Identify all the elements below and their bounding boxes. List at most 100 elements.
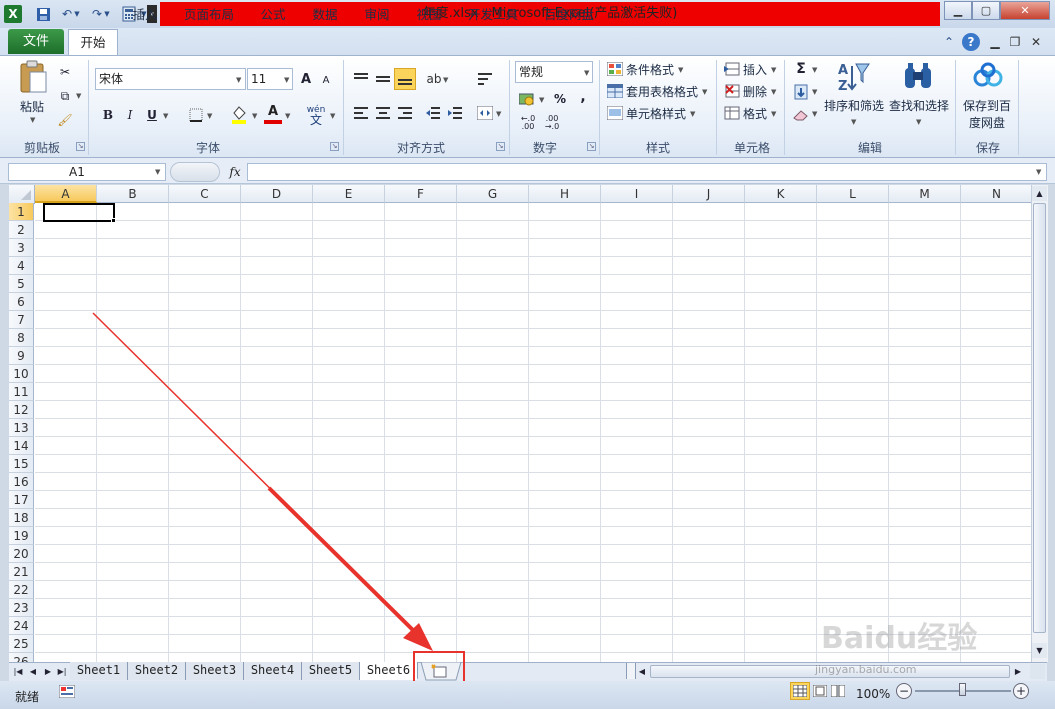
paste-button[interactable]: 粘贴 [20, 98, 44, 115]
sheet-tab[interactable]: Sheet6 [360, 662, 418, 680]
increase-decimal-icon[interactable]: ←.0.00 [518, 114, 538, 132]
column-header[interactable]: D [241, 185, 313, 203]
column-header[interactable]: B [97, 185, 169, 203]
fill-color-dropdown-icon[interactable]: ▼ [252, 112, 257, 120]
sheet-tab[interactable]: Sheet3 [186, 662, 244, 680]
page-break-view-icon[interactable] [830, 683, 846, 699]
alignment-launcher-icon[interactable]: ↘ [496, 142, 505, 151]
italic-button[interactable]: I [122, 106, 138, 124]
column-header[interactable]: N [961, 185, 1031, 203]
underline-dropdown-icon[interactable]: ▼ [163, 112, 168, 120]
row-header[interactable]: 4 [9, 257, 34, 275]
tab-formulas[interactable]: 公式 [252, 4, 294, 27]
row-header[interactable]: 2 [9, 221, 34, 239]
help-icon[interactable]: ? [962, 33, 980, 51]
ribbon-minimize-icon[interactable]: ⌃ [940, 33, 958, 51]
conditional-format-dropdown-icon[interactable]: ▼ [678, 66, 683, 74]
underline-button[interactable]: U [144, 106, 160, 124]
fill-handle[interactable] [111, 218, 116, 223]
autosum-icon[interactable]: Σ [792, 60, 810, 78]
row-header[interactable]: 23 [9, 599, 34, 617]
sheet-tab[interactable]: Sheet2 [128, 662, 186, 680]
copy-dropdown-icon[interactable]: ▼ [76, 92, 81, 100]
column-header[interactable]: L [817, 185, 889, 203]
zoom-slider-thumb[interactable] [959, 683, 966, 696]
prev-sheet-icon[interactable]: ◀ [27, 664, 39, 678]
accounting-format-icon[interactable] [518, 90, 536, 108]
scroll-right-icon[interactable]: ▶ [1012, 664, 1024, 678]
column-header[interactable]: K [745, 185, 817, 203]
format-as-table-dropdown-icon[interactable]: ▼ [702, 88, 707, 96]
row-header[interactable]: 21 [9, 563, 34, 581]
row-header[interactable]: 19 [9, 527, 34, 545]
zoom-in-icon[interactable]: + [1013, 683, 1029, 699]
name-box[interactable]: A1 [8, 163, 166, 181]
font-color-icon[interactable]: A [264, 104, 282, 124]
row-header[interactable]: 24 [9, 617, 34, 635]
cell-styles-dropdown-icon[interactable]: ▼ [690, 110, 695, 118]
align-left-icon[interactable] [352, 104, 370, 122]
fill-dropdown-icon[interactable]: ▼ [812, 88, 817, 96]
tab-insert[interactable]: 插入 [122, 4, 168, 27]
select-all-button[interactable] [9, 185, 35, 204]
column-header[interactable]: G [457, 185, 529, 203]
font-launcher-icon[interactable]: ↘ [330, 142, 339, 151]
row-header[interactable]: 6 [9, 293, 34, 311]
align-right-icon[interactable] [396, 104, 414, 122]
clipboard-launcher-icon[interactable]: ↘ [76, 142, 85, 151]
grow-font-icon[interactable]: A [298, 70, 314, 88]
tab-data[interactable]: 数据 [304, 4, 346, 27]
tab-home[interactable]: 开始 [68, 29, 118, 56]
accounting-dropdown-icon[interactable]: ▼ [539, 96, 544, 104]
column-header[interactable]: I [601, 185, 673, 203]
last-sheet-icon[interactable]: ▶| [56, 664, 68, 678]
shrink-font-icon[interactable]: A [319, 72, 333, 88]
decrease-decimal-icon[interactable]: .00 →.0 [542, 114, 562, 132]
tab-view[interactable]: 视图 [408, 4, 450, 27]
tab-file[interactable]: 文件 [8, 29, 64, 54]
find-select-button[interactable]: 查找和选择 [889, 97, 949, 114]
doc-restore-icon[interactable]: ❐ [1006, 33, 1024, 51]
delete-cells-button[interactable]: 删除 [743, 83, 767, 100]
row-header[interactable]: 26 [9, 653, 34, 662]
zoom-level[interactable]: 100% [856, 687, 890, 701]
row-header[interactable]: 20 [9, 545, 34, 563]
font-name-dropdown-icon[interactable]: ▼ [236, 76, 241, 84]
conditional-format-button[interactable]: 条件格式 [626, 61, 674, 78]
page-layout-view-icon[interactable] [812, 683, 828, 699]
name-box-dropdown-icon[interactable]: ▼ [155, 168, 160, 176]
row-header[interactable]: 17 [9, 491, 34, 509]
cut-icon[interactable]: ✂ [56, 63, 74, 81]
redo-dropdown-icon[interactable]: ▼ [102, 5, 112, 23]
border-icon[interactable] [188, 106, 204, 124]
save-icon[interactable] [34, 5, 52, 23]
first-sheet-icon[interactable]: |◀ [12, 664, 24, 678]
format-painter-icon[interactable]: 🖌 [56, 111, 74, 129]
tab-developer[interactable]: 开发工具 [460, 4, 526, 27]
autosum-dropdown-icon[interactable]: ▼ [812, 66, 817, 74]
tab-page-layout[interactable]: 页面布局 [176, 4, 242, 27]
doc-minimize-icon[interactable]: ▁ [986, 33, 1004, 51]
row-header[interactable]: 15 [9, 455, 34, 473]
row-header[interactable]: 14 [9, 437, 34, 455]
insert-cells-dropdown-icon[interactable]: ▼ [771, 66, 776, 74]
sheet-tab[interactable]: Sheet1 [70, 662, 128, 680]
row-header[interactable]: 12 [9, 401, 34, 419]
font-size-dropdown-icon[interactable]: ▼ [284, 76, 289, 84]
row-header[interactable]: 11 [9, 383, 34, 401]
row-header[interactable]: 9 [9, 347, 34, 365]
scroll-up-icon[interactable]: ▲ [1032, 186, 1047, 201]
row-header[interactable]: 3 [9, 239, 34, 257]
phonetic-guide-icon[interactable]: wén 文 [306, 104, 326, 126]
number-format-dropdown-icon[interactable]: ▼ [584, 69, 589, 77]
tab-split-handle[interactable] [626, 663, 636, 679]
row-header[interactable]: 8 [9, 329, 34, 347]
decrease-indent-icon[interactable] [424, 104, 442, 122]
copy-icon[interactable]: ⧉ [56, 87, 74, 105]
save-to-netdisk-line2[interactable]: 度网盘 [969, 114, 1005, 131]
align-middle-icon[interactable] [374, 70, 392, 88]
font-color-dropdown-icon[interactable]: ▼ [285, 112, 290, 120]
formula-input[interactable] [247, 163, 1047, 181]
column-header[interactable]: E [313, 185, 385, 203]
insert-function-button[interactable]: fx [226, 162, 244, 182]
